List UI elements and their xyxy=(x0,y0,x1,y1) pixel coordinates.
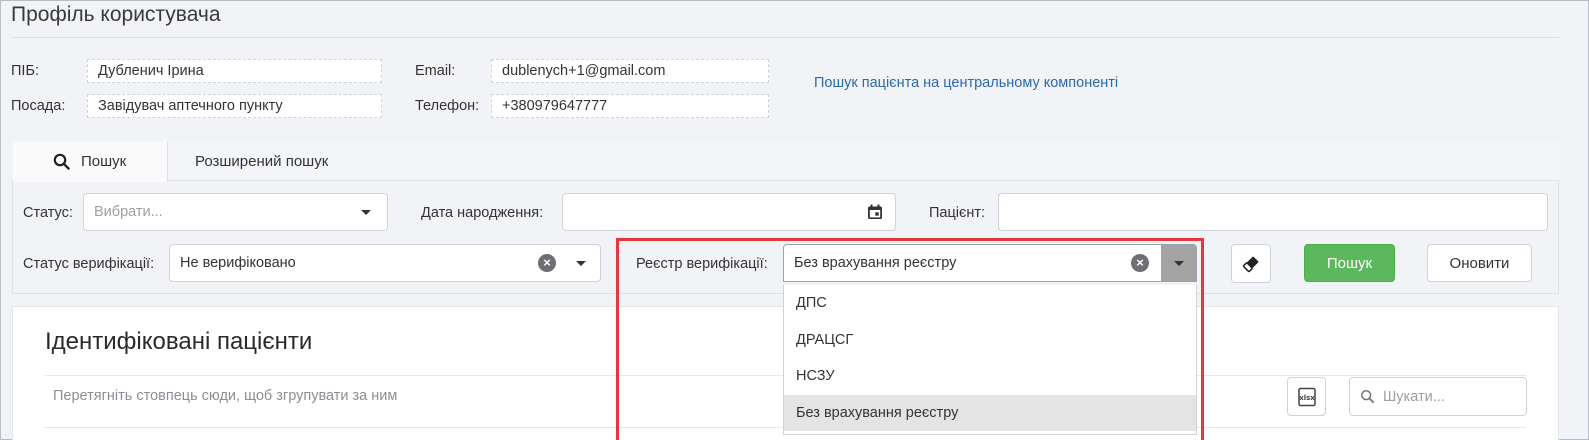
calendar-icon[interactable] xyxy=(867,204,883,220)
page-title: Профіль користувача xyxy=(11,3,221,26)
search-button[interactable]: Пошук xyxy=(1304,244,1395,282)
position-field: Завідувач аптечного пункту xyxy=(87,94,382,118)
clear-filters-button[interactable] xyxy=(1231,244,1271,283)
title-divider xyxy=(11,37,1559,38)
tab-advanced-search-label: Розширений пошук xyxy=(195,152,329,170)
central-search-link[interactable]: Пошук пацієнта на центральному компонент… xyxy=(814,75,1118,91)
refresh-button[interactable]: Оновити xyxy=(1427,244,1532,282)
status-select[interactable]: Вибрати... xyxy=(83,193,388,231)
clear-icon[interactable]: × xyxy=(538,254,556,272)
grid-search-placeholder: Шукати... xyxy=(1383,388,1445,405)
phone-field: +380979647777 xyxy=(491,94,769,118)
svg-text:xlsx: xlsx xyxy=(1299,394,1315,402)
name-label: ПІБ: xyxy=(11,63,39,79)
phone-label: Телефон: xyxy=(415,98,480,114)
status-placeholder: Вибрати... xyxy=(94,204,163,220)
eraser-icon xyxy=(1241,254,1261,274)
patient-label: Пацієнт: xyxy=(929,205,986,221)
verification-status-select[interactable]: Не верифіковано × xyxy=(169,244,601,282)
tab-advanced-search[interactable]: Розширений пошук xyxy=(195,141,328,181)
search-icon xyxy=(53,153,70,174)
export-excel-button[interactable]: xlsx xyxy=(1287,377,1326,416)
excel-export-icon: xlsx xyxy=(1297,387,1317,407)
position-label: Посада: xyxy=(11,98,66,114)
search-icon xyxy=(1360,389,1375,404)
patient-input[interactable] xyxy=(998,193,1548,231)
tab-search-label: Пошук xyxy=(81,153,127,170)
highlight-frame xyxy=(616,238,1204,440)
chevron-down-icon xyxy=(361,209,371,215)
birthdate-label: Дата народження: xyxy=(421,205,544,221)
birthdate-input[interactable] xyxy=(562,193,896,231)
name-field: Дубленич Ірина xyxy=(87,59,382,83)
email-field: dublenych+1@gmail.com xyxy=(491,59,769,83)
grid-search-input[interactable]: Шукати... xyxy=(1349,377,1527,416)
email-label: Email: xyxy=(415,63,456,79)
group-panel-hint[interactable]: Перетягніть стовпець сюди, щоб згрупуват… xyxy=(53,388,397,404)
chevron-down-icon[interactable] xyxy=(576,260,586,266)
verification-status-value: Не верифіковано xyxy=(180,255,296,271)
tab-search[interactable]: Пошук xyxy=(13,141,168,182)
results-title: Ідентифіковані пацієнти xyxy=(45,328,313,355)
verification-status-label: Статус верифікації: xyxy=(23,256,155,272)
status-label: Статус: xyxy=(23,205,73,221)
